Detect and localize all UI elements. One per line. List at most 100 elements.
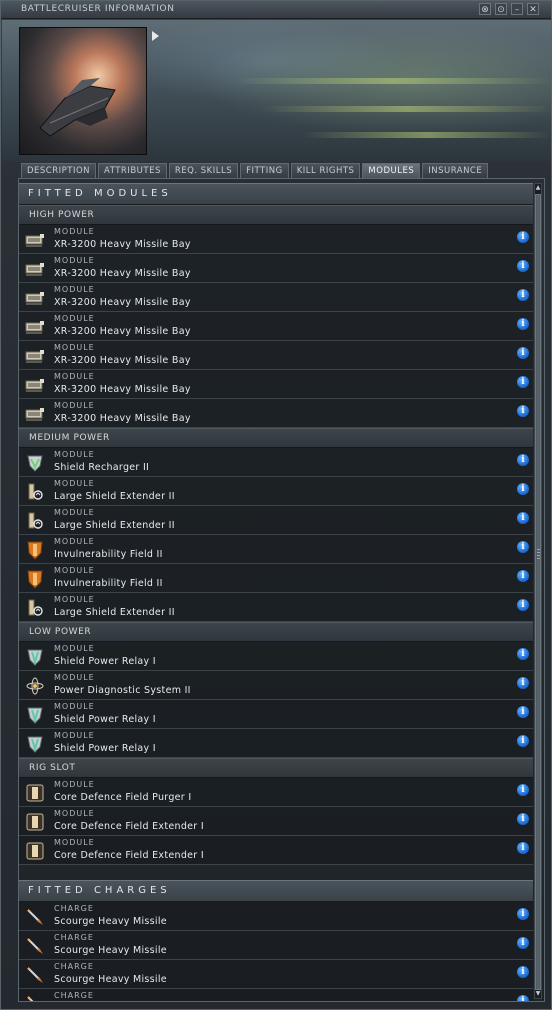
item-name: XR-3200 Heavy Missile Bay [54, 355, 191, 366]
list-item[interactable]: MODULE Power Diagnostic System II i [19, 671, 533, 700]
shield-extender-icon [24, 481, 46, 503]
list-item[interactable]: MODULE Shield Recharger II i [19, 448, 533, 477]
power-diagnostic-icon [24, 675, 46, 697]
window-controls: ⊗ ⊙ – ✕ [479, 3, 539, 15]
info-icon[interactable]: i [517, 512, 529, 524]
shield-recharger-icon [24, 452, 46, 474]
item-name: Large Shield Extender II [54, 520, 175, 531]
item-name: Scourge Heavy Missile [54, 945, 167, 956]
settings-button[interactable]: ⊙ [495, 3, 507, 15]
info-icon[interactable]: i [517, 735, 529, 747]
minimize-button[interactable]: – [511, 3, 523, 15]
list-item[interactable]: CHARGE Scourge Heavy Missile i [19, 960, 533, 989]
info-icon[interactable]: i [517, 376, 529, 388]
tab-attributes[interactable]: ATTRIBUTES [98, 163, 167, 178]
modules-panel: FITTED MODULES HIGH POWER MODULE XR-3200 … [18, 178, 545, 1002]
info-icon[interactable]: i [517, 347, 529, 359]
info-icon[interactable]: i [517, 318, 529, 330]
info-icon[interactable]: i [517, 908, 529, 920]
info-icon[interactable]: i [517, 570, 529, 582]
item-kind: MODULE [54, 314, 95, 323]
scroll-down-arrow-icon[interactable]: ▼ [535, 990, 541, 998]
list-item[interactable]: MODULE Large Shield Extender II i [19, 593, 533, 622]
scroll-thumb[interactable] [535, 194, 541, 990]
tab-description[interactable]: DESCRIPTION [21, 163, 97, 178]
tab-kill-rights[interactable]: KILL RIGHTS [290, 163, 361, 178]
item-name: XR-3200 Heavy Missile Bay [54, 239, 191, 250]
info-icon[interactable]: i [517, 541, 529, 553]
ship-portrait [19, 27, 147, 155]
missile-bay-icon [24, 345, 46, 367]
list-item[interactable]: MODULE Core Defence Field Extender I i [19, 807, 533, 836]
list-item[interactable]: MODULE Core Defence Field Purger I i [19, 778, 533, 807]
item-kind: MODULE [54, 595, 95, 604]
item-kind: MODULE [54, 838, 95, 847]
info-icon[interactable]: i [517, 813, 529, 825]
list-item[interactable]: MODULE Invulnerability Field II i [19, 564, 533, 593]
info-icon[interactable]: i [517, 995, 529, 1001]
list-item[interactable]: MODULE XR-3200 Heavy Missile Bay i [19, 254, 533, 283]
info-icon[interactable]: i [517, 842, 529, 854]
info-icon[interactable]: i [517, 231, 529, 243]
list-item[interactable]: MODULE XR-3200 Heavy Missile Bay i [19, 370, 533, 399]
list-item[interactable]: MODULE Core Defence Field Extender I i [19, 836, 533, 865]
tab-modules[interactable]: MODULES [362, 163, 421, 178]
list-item[interactable]: MODULE Invulnerability Field II i [19, 535, 533, 564]
item-kind: CHARGE [54, 904, 94, 913]
play-icon[interactable] [152, 31, 159, 41]
tab-bar: DESCRIPTION ATTRIBUTES REQ. SKILLS FITTI… [21, 163, 489, 178]
list-item[interactable]: MODULE XR-3200 Heavy Missile Bay i [19, 312, 533, 341]
item-kind: MODULE [54, 644, 95, 653]
list-item[interactable]: MODULE Shield Power Relay I i [19, 642, 533, 671]
info-icon[interactable]: i [517, 937, 529, 949]
item-name: XR-3200 Heavy Missile Bay [54, 268, 191, 279]
item-kind: MODULE [54, 780, 95, 789]
item-name: Scourge Heavy Missile [54, 974, 167, 985]
close-button[interactable]: ✕ [527, 3, 539, 15]
item-kind: MODULE [54, 809, 95, 818]
invulnerability-field-icon [24, 539, 46, 561]
shield-extender-icon [24, 510, 46, 532]
info-icon[interactable]: i [517, 706, 529, 718]
info-icon[interactable]: i [517, 677, 529, 689]
item-kind: MODULE [54, 731, 95, 740]
tab-insurance[interactable]: INSURANCE [422, 163, 489, 178]
info-icon[interactable]: i [517, 405, 529, 417]
scroll-up-arrow-icon[interactable]: ▲ [535, 184, 541, 192]
list-item[interactable]: MODULE Shield Power Relay I i [19, 700, 533, 729]
list-item[interactable]: CHARGE Scourge Heavy Missile i [19, 902, 533, 931]
group-medium-power: MEDIUM POWER [19, 428, 533, 448]
list-item[interactable]: MODULE XR-3200 Heavy Missile Bay i [19, 341, 533, 370]
item-kind: CHARGE [54, 933, 94, 942]
list-item[interactable]: MODULE XR-3200 Heavy Missile Bay i [19, 225, 533, 254]
scrollbar[interactable]: ▲ ▼ [534, 183, 542, 999]
tab-req-skills[interactable]: REQ. SKILLS [168, 163, 239, 178]
info-icon[interactable]: i [517, 289, 529, 301]
section-fitted-charges: FITTED CHARGES [19, 880, 533, 902]
item-kind: MODULE [54, 508, 95, 517]
list-item[interactable]: MODULE Large Shield Extender II i [19, 477, 533, 506]
info-icon[interactable]: i [517, 260, 529, 272]
list-item[interactable]: CHARGE i [19, 989, 533, 1001]
pin-button[interactable]: ⊗ [479, 3, 491, 15]
list-item[interactable]: MODULE XR-3200 Heavy Missile Bay i [19, 283, 533, 312]
info-icon[interactable]: i [517, 648, 529, 660]
list-item[interactable]: CHARGE Scourge Heavy Missile i [19, 931, 533, 960]
shield-relay-icon [24, 733, 46, 755]
title-bar[interactable]: BATTLECRUISER INFORMATION ⊗ ⊙ – ✕ [1, 1, 551, 19]
tab-fitting[interactable]: FITTING [240, 163, 289, 178]
missile-bay-icon [24, 316, 46, 338]
list-item[interactable]: MODULE Large Shield Extender II i [19, 506, 533, 535]
missile-icon [24, 964, 46, 986]
item-name: Invulnerability Field II [54, 578, 163, 589]
info-icon[interactable]: i [517, 599, 529, 611]
info-icon[interactable]: i [517, 454, 529, 466]
list-item[interactable]: MODULE XR-3200 Heavy Missile Bay i [19, 399, 533, 428]
item-kind: MODULE [54, 450, 95, 459]
info-icon[interactable]: i [517, 784, 529, 796]
list-item[interactable]: MODULE Shield Power Relay I i [19, 729, 533, 758]
rig-icon [24, 811, 46, 833]
group-high-power: HIGH POWER [19, 205, 533, 225]
info-icon[interactable]: i [517, 483, 529, 495]
info-icon[interactable]: i [517, 966, 529, 978]
